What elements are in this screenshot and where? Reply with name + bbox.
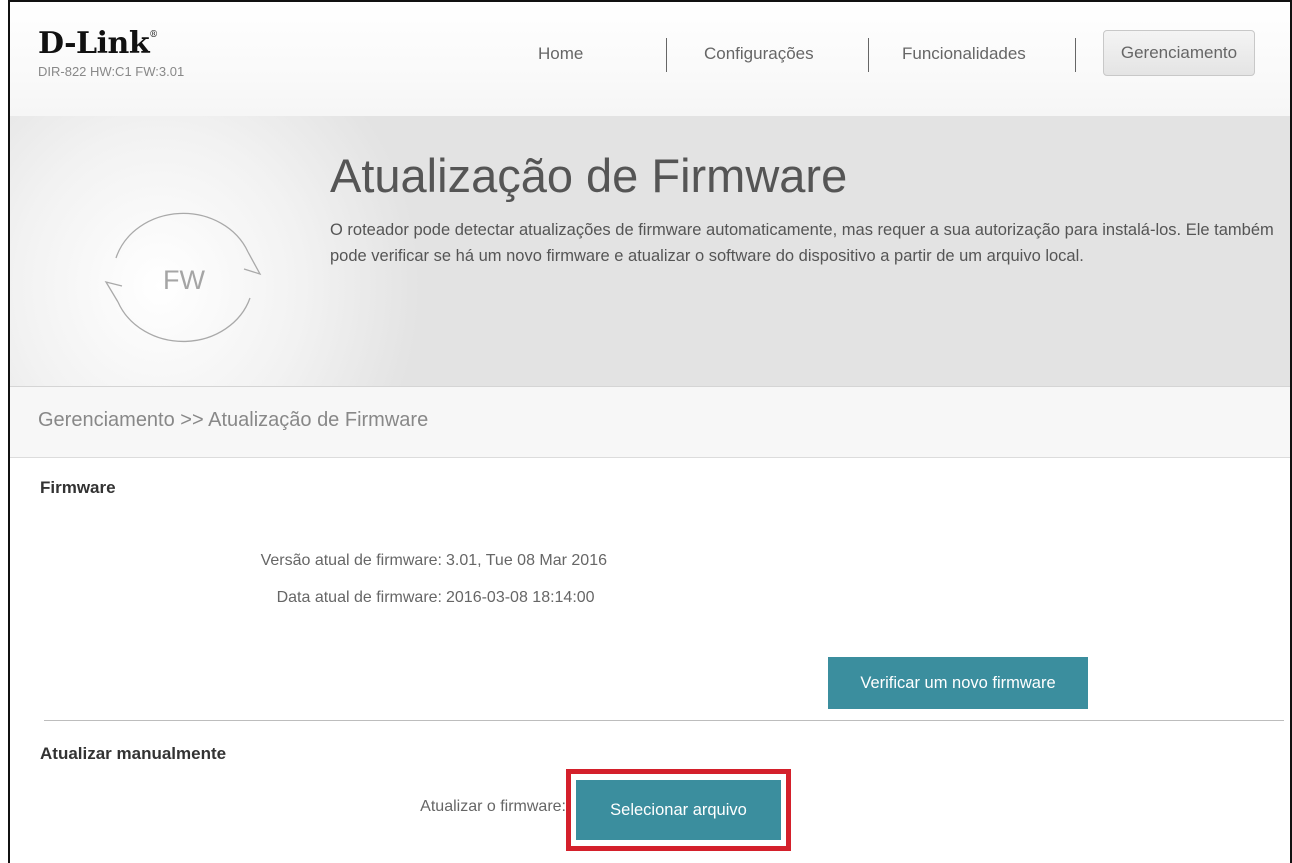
section-divider	[44, 720, 1284, 721]
top-navigation-bar: D-Link® DIR-822 HW:C1 FW:3.01 Home Confi…	[10, 2, 1290, 117]
page-banner: FW Atualização de Firmware O roteador po…	[10, 116, 1290, 387]
firmware-version-label-row: Versão atual de firmware:	[10, 552, 442, 574]
update-firmware-label: Atualizar o firmware:	[420, 798, 566, 815]
nav-configuracoes[interactable]: Configurações	[704, 44, 814, 64]
update-firmware-label-row: Atualizar o firmware:	[10, 798, 566, 820]
breadcrumb: Gerenciamento >> Atualização de Firmware	[38, 409, 429, 431]
firmware-date-label-row: Data atual de firmware:	[10, 589, 442, 611]
check-new-firmware-button[interactable]: Verificar um novo firmware	[828, 657, 1088, 709]
firmware-date-label: Data atual de firmware:	[276, 589, 442, 606]
breadcrumb-bar: Gerenciamento >> Atualização de Firmware	[10, 387, 1290, 458]
nav-funcionalidades[interactable]: Funcionalidades	[902, 44, 1026, 64]
firmware-date-value: 2016-03-08 18:14:00	[446, 589, 595, 606]
router-admin-page: D-Link® DIR-822 HW:C1 FW:3.01 Home Confi…	[8, 0, 1292, 863]
brand-name: D-Link	[38, 26, 150, 61]
nav-separator	[666, 38, 667, 72]
nav-separator	[1075, 38, 1076, 72]
nav-gerenciamento[interactable]: Gerenciamento	[1103, 30, 1255, 76]
firmware-section-title: Firmware	[40, 478, 116, 497]
firmware-version-value: 3.01, Tue 08 Mar 2016	[446, 552, 607, 569]
nav-separator	[868, 38, 869, 72]
manual-update-section-title: Atualizar manualmente	[40, 744, 227, 763]
page-description: O roteador pode detectar atualizações de…	[330, 221, 1274, 265]
nav-home[interactable]: Home	[538, 44, 583, 64]
model-info: DIR-822 HW:C1 FW:3.01	[38, 64, 185, 79]
dlink-logo: D-Link®	[38, 26, 158, 61]
page-title: Atualização de Firmware	[330, 149, 848, 202]
fw-icon-label: FW	[163, 265, 205, 295]
highlight-box	[566, 769, 791, 851]
refresh-arrows-icon: FW	[98, 202, 268, 352]
firmware-version-label: Versão atual de firmware:	[260, 552, 442, 569]
